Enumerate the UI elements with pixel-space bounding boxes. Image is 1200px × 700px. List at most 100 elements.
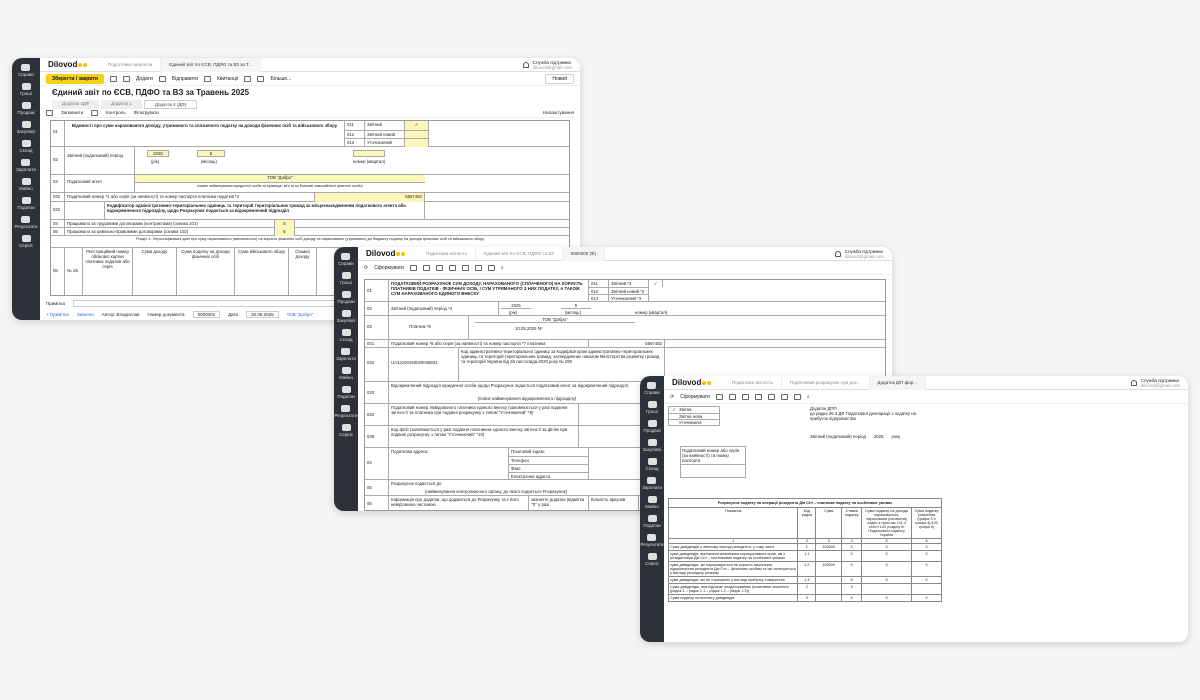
add-note-link[interactable]: + Примітка: [46, 312, 69, 317]
tab-1[interactable]: Подготовка запросов: [100, 58, 162, 72]
export-icon[interactable]: [754, 393, 762, 400]
year-field[interactable]: 2025: [147, 150, 169, 157]
add-button[interactable]: Додати: [136, 76, 153, 82]
sidebar-item-purchases[interactable]: Закупівлі: [643, 439, 661, 452]
settings-button[interactable]: Налаштування: [543, 110, 574, 115]
sidebar-item-assets[interactable]: Майно: [19, 178, 33, 191]
code-field[interactable]: [65, 202, 105, 220]
print-preview-icon[interactable]: [422, 264, 430, 271]
attach-icon[interactable]: [474, 264, 482, 271]
print-icon[interactable]: [409, 264, 417, 271]
sidebar-item-taxes[interactable]: Податки: [17, 197, 35, 210]
check-cell[interactable]: ✓: [405, 121, 429, 130]
civil-value[interactable]: 5: [275, 228, 295, 236]
generate-button[interactable]: Сформувати: [374, 265, 404, 271]
export-icon[interactable]: [448, 264, 456, 271]
taxno-field[interactable]: 5567482: [315, 193, 425, 202]
user-block[interactable]: Служба підтримки dilovod@gmail.com: [1130, 378, 1188, 388]
sidebar-item-salary[interactable]: Зарплата: [16, 159, 36, 172]
agent-field[interactable]: ТОВ "Добро": [135, 175, 425, 183]
tab-2[interactable]: Податковий розрахунок сум дох...: [782, 376, 870, 390]
sidebar-item-results[interactable]: Результати: [641, 534, 663, 547]
tab-1[interactable]: Податкова звітність: [418, 247, 476, 261]
org-link[interactable]: ТОВ "Добро": [287, 312, 314, 317]
month-field[interactable]: 5: [197, 150, 225, 157]
edit-icon[interactable]: [793, 393, 801, 400]
sidebar-item-sales[interactable]: Продажі: [337, 291, 355, 304]
copy-icon[interactable]: [435, 264, 443, 271]
search-icon[interactable]: ⌕: [807, 394, 810, 400]
year-field[interactable]: 2025: [501, 303, 531, 309]
print-icon[interactable]: [257, 75, 265, 82]
sidebar-item-results[interactable]: Результати: [15, 216, 37, 229]
docnum-input[interactable]: 0000001: [192, 311, 221, 318]
attach-icon[interactable]: [780, 393, 788, 400]
sidebar-item-taxes[interactable]: Податки: [337, 386, 355, 399]
fill-button[interactable]: Заповнити: [61, 110, 83, 115]
check-icon[interactable]: [91, 109, 99, 116]
table-cell[interactable]: [815, 594, 843, 602]
checkbox-icon[interactable]: [46, 109, 53, 116]
sidebar-item-warehouse[interactable]: Склад: [645, 458, 659, 471]
user-block[interactable]: Служба підтримки dilovod@gmail.com: [834, 249, 892, 259]
sidebar-item-sales[interactable]: Продажі: [17, 102, 35, 115]
sidebar-item-warehouse[interactable]: Склад: [19, 140, 33, 153]
bell-icon[interactable]: [1130, 379, 1137, 386]
user-block[interactable]: Служба підтримки dilovod@gmail.com: [522, 60, 580, 70]
sidebar-item-service[interactable]: Сервіс: [19, 235, 33, 248]
koatuu-field[interactable]: UA32100150020045831: [389, 348, 459, 382]
mail-icon[interactable]: [767, 393, 775, 400]
table-cell[interactable]: [815, 550, 843, 562]
more-button[interactable]: Більше...: [270, 76, 291, 82]
check-cell-2[interactable]: [405, 130, 429, 138]
save-close-button[interactable]: Зберегти і закрити: [46, 73, 104, 84]
table-cell[interactable]: [815, 576, 843, 584]
search-icon[interactable]: ⌕: [501, 265, 504, 271]
tab-3[interactable]: Додаток Д/П фор...: [869, 376, 927, 390]
table-cell[interactable]: [815, 583, 843, 595]
sidebar-item-docs[interactable]: Справи: [18, 64, 34, 77]
sidebar-item-money[interactable]: Гроші: [340, 272, 352, 285]
filter-button[interactable]: Фільтрувати: [134, 110, 159, 115]
table-cell[interactable]: 100000: [815, 561, 843, 577]
print-preview-icon[interactable]: [728, 393, 736, 400]
mail-icon[interactable]: [461, 264, 469, 271]
month-field[interactable]: 5: [561, 303, 591, 309]
generate-button[interactable]: Сформувати: [680, 394, 710, 400]
history-icon[interactable]: [244, 75, 252, 82]
control-button[interactable]: Контроль: [106, 110, 126, 115]
refresh-icon[interactable]: ⟳: [670, 394, 674, 400]
check-cell-3[interactable]: [405, 138, 429, 147]
sidebar-item-purchases[interactable]: Закупівлі: [17, 121, 35, 134]
new-button[interactable]: Новий: [545, 73, 574, 84]
sidebar-item-sales[interactable]: Продажі: [643, 420, 661, 433]
sidebar-item-docs[interactable]: Справи: [644, 382, 660, 395]
labor-value[interactable]: 5: [275, 220, 295, 228]
edit-icon[interactable]: [487, 264, 495, 271]
doc-icon[interactable]: [109, 75, 117, 82]
sidebar-item-money[interactable]: Гроші: [646, 401, 658, 414]
receipts-button[interactable]: Квитанції: [217, 76, 239, 82]
print-icon[interactable]: [715, 393, 723, 400]
tab-2[interactable]: Єдиний звіт по ЄСВ, ПДФО та ВЗ за Т...: [161, 58, 261, 72]
tab-3[interactable]: 0000000 (Ф): [562, 247, 605, 261]
refresh-icon[interactable]: ⟳: [364, 265, 368, 271]
period-year[interactable]: 2025: [874, 434, 884, 439]
bell-icon[interactable]: [522, 61, 529, 68]
sidebar-item-assets[interactable]: Майно: [645, 496, 659, 509]
payer-field[interactable]: ТОВ "Добро": [475, 317, 635, 323]
copy-icon[interactable]: [741, 393, 749, 400]
sidebar-item-taxes[interactable]: Податки: [643, 515, 661, 528]
sidebar-item-warehouse[interactable]: Склад: [339, 329, 353, 342]
bell-icon[interactable]: [834, 250, 841, 257]
tab-1[interactable]: Податкова звітність: [724, 376, 782, 390]
sidebar-item-money[interactable]: Гроші: [20, 83, 32, 96]
sidebar-item-results[interactable]: Результати: [335, 405, 357, 418]
sidebar-item-purchases[interactable]: Закупівлі: [337, 310, 355, 323]
taxno-field[interactable]: [681, 465, 745, 477]
date-input[interactable]: 30.05.2025: [246, 311, 279, 318]
check-mark[interactable]: ✓: [669, 407, 679, 413]
quarter-field[interactable]: [353, 150, 385, 157]
sidebar-item-service[interactable]: Сервіс: [339, 424, 353, 437]
tab-2[interactable]: Єдиний звіт по ЄСВ, ПДФО та ВЗ: [476, 247, 563, 261]
